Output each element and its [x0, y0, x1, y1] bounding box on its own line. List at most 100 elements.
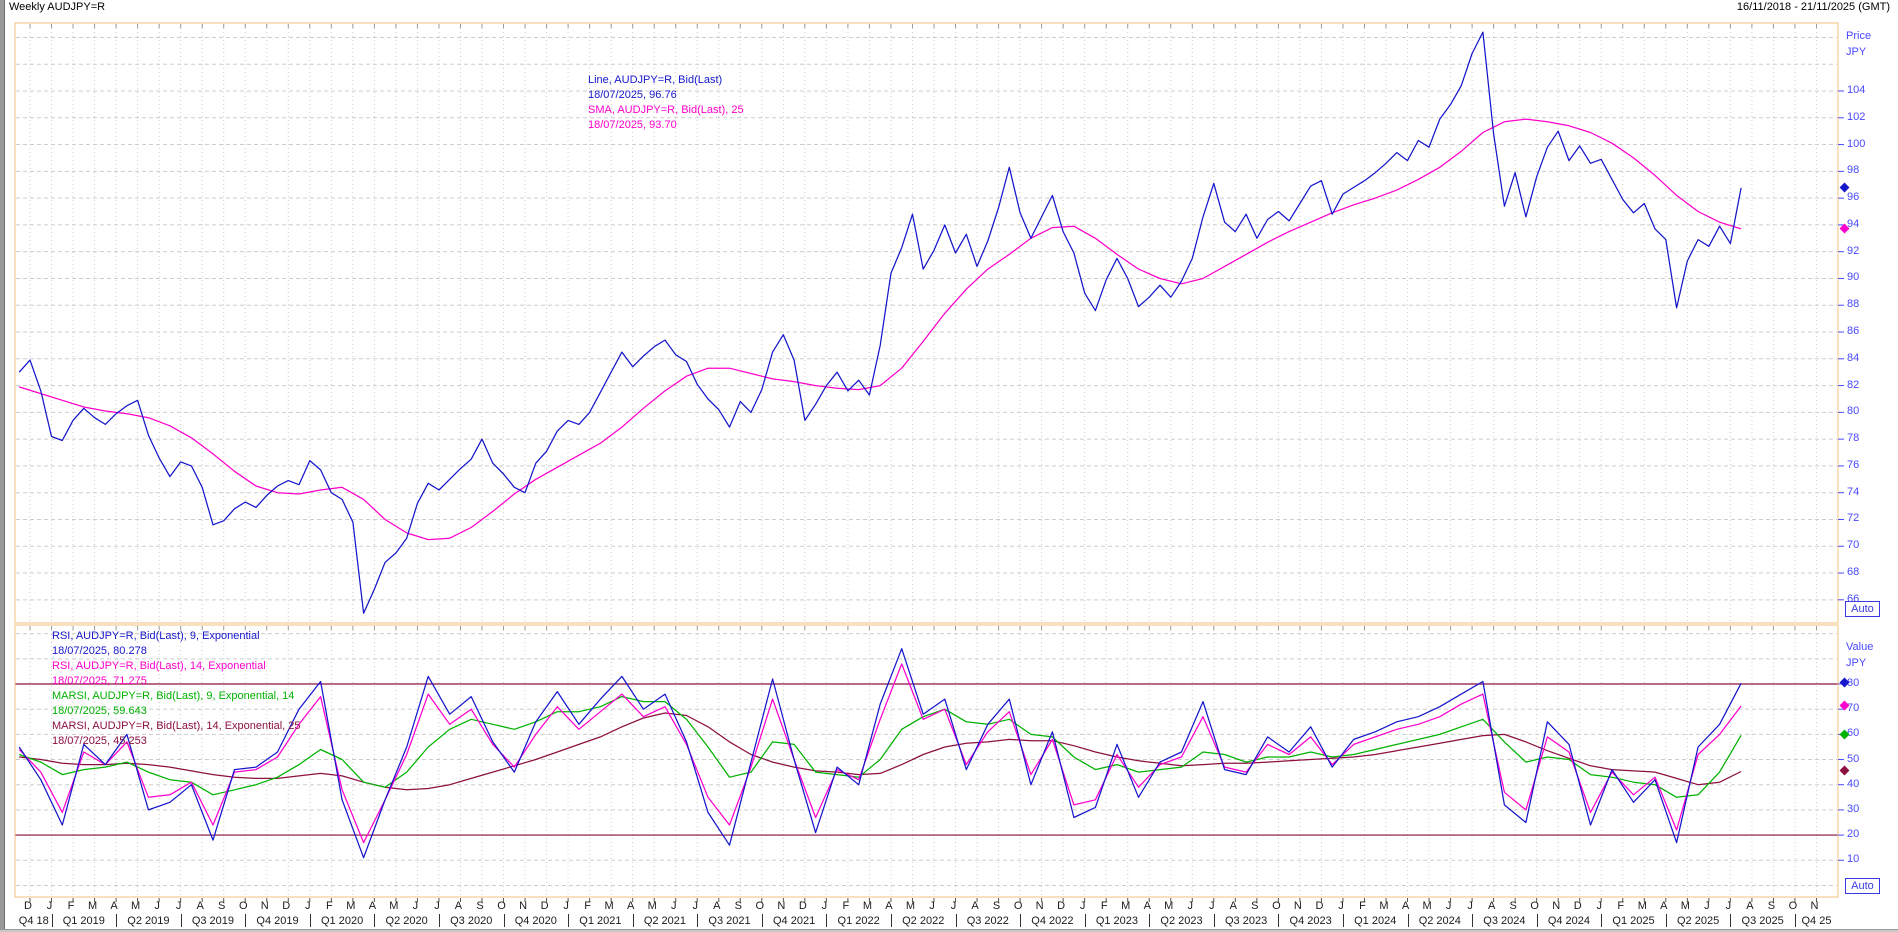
month-label: J: [408, 900, 422, 912]
rsi-panel-legend: RSI, AUDJPY=R, Bid(Last), 9, Exponential…: [52, 629, 301, 749]
value-axis-unit: JPY: [1846, 657, 1866, 669]
month-label: N: [516, 900, 530, 912]
quarter-label: Q3 2021: [702, 915, 758, 927]
quarter-separator: [181, 914, 182, 927]
price-tick-label: 72: [1847, 512, 1859, 524]
month-label: S: [1248, 900, 1262, 912]
price-panel-legend: Line, AUDJPY=R, Bid(Last) 18/07/2025, 96…: [588, 73, 744, 133]
month-label: N: [258, 900, 272, 912]
month-label: F: [322, 900, 336, 912]
price-tick-label: 102: [1847, 111, 1865, 123]
month-label: J: [817, 900, 831, 912]
legend-rsi14-value: 18/07/2025, 71.275: [52, 674, 301, 689]
quarter-label: Q2 2023: [1154, 915, 1210, 927]
month-label: J: [43, 900, 57, 912]
month-label: O: [495, 900, 509, 912]
quarter-separator: [762, 914, 763, 927]
month-label: A: [1140, 900, 1154, 912]
quarter-label: Q2 2021: [637, 915, 693, 927]
month-label: D: [796, 900, 810, 912]
month-label: A: [710, 900, 724, 912]
month-label: M: [860, 900, 874, 912]
quarter-label: Q1 2019: [56, 915, 112, 927]
month-label: S: [473, 900, 487, 912]
quarter-label: Q1 2022: [831, 915, 887, 927]
month-label: D: [1054, 900, 1068, 912]
month-label: A: [1399, 900, 1413, 912]
quarter-separator: [956, 914, 957, 927]
month-label: A: [1657, 900, 1671, 912]
quarter-separator: [633, 914, 634, 927]
price-tick-label: 100: [1847, 138, 1865, 150]
legend-marsi14-value: 18/07/2025, 45.253: [52, 734, 301, 749]
month-label: A: [193, 900, 207, 912]
month-label: M: [344, 900, 358, 912]
quarter-separator: [1214, 914, 1215, 927]
quarter-label: Q3 2024: [1476, 915, 1532, 927]
price-tick-label: 68: [1847, 566, 1859, 578]
quarter-separator: [1149, 914, 1150, 927]
chart-canvas[interactable]: [0, 0, 1898, 932]
quarter-separator: [1408, 914, 1409, 927]
month-label: F: [1614, 900, 1628, 912]
quarter-label: Q2 2024: [1412, 915, 1468, 927]
month-label: J: [1592, 900, 1606, 912]
legend-marsi14-label: MARSI, AUDJPY=R, Bid(Last), 14, Exponent…: [52, 719, 301, 734]
legend-rsi9-value: 18/07/2025, 80.278: [52, 644, 301, 659]
month-label: D: [538, 900, 552, 912]
quarter-label: Q2 2025: [1670, 915, 1726, 927]
month-label: J: [559, 900, 573, 912]
price-tick-label: 80: [1847, 405, 1859, 417]
quarter-separator: [826, 914, 827, 927]
quarter-separator: [1666, 914, 1667, 927]
month-label: M: [1678, 900, 1692, 912]
quarter-separator: [1537, 914, 1538, 927]
quarter-separator: [439, 914, 440, 927]
month-label: J: [1334, 900, 1348, 912]
legend-marsi9-value: 18/07/2025, 59.643: [52, 704, 301, 719]
quarter-label: Q3 2020: [443, 915, 499, 927]
quarter-label: Q3 2022: [960, 915, 1016, 927]
price-tick-label: 84: [1847, 352, 1859, 364]
quarter-separator: [245, 914, 246, 927]
quarter-separator: [504, 914, 505, 927]
month-label: M: [1377, 900, 1391, 912]
price-axis-title: Price: [1846, 30, 1871, 42]
quarter-separator: [568, 914, 569, 927]
quarter-label: Q2 2020: [379, 915, 435, 927]
month-label: A: [451, 900, 465, 912]
month-label: S: [215, 900, 229, 912]
quarter-separator: [891, 914, 892, 927]
month-label: J: [1205, 900, 1219, 912]
legend-sma-value: 18/07/2025, 93.70: [588, 118, 744, 133]
quarter-separator: [1020, 914, 1021, 927]
price-tick-label: 86: [1847, 325, 1859, 337]
month-label: A: [968, 900, 982, 912]
price-tick-label: 70: [1847, 539, 1859, 551]
value-tick-label: 20: [1847, 828, 1859, 840]
month-label: J: [1183, 900, 1197, 912]
month-label: J: [947, 900, 961, 912]
quarter-separator: [1343, 914, 1344, 927]
month-label: O: [753, 900, 767, 912]
quarter-label: Q2 2022: [895, 915, 951, 927]
quarter-separator: [1278, 914, 1279, 927]
month-label: J: [688, 900, 702, 912]
price-tick-label: 74: [1847, 486, 1859, 498]
price-tick-label: 92: [1847, 245, 1859, 257]
quarter-label: Q4 2022: [1024, 915, 1080, 927]
value-axis-title: Value: [1846, 641, 1873, 653]
month-label: M: [602, 900, 616, 912]
value-tick-label: 40: [1847, 778, 1859, 790]
month-label: O: [1269, 900, 1283, 912]
month-label: J: [301, 900, 315, 912]
month-label: A: [1226, 900, 1240, 912]
month-label: J: [1463, 900, 1477, 912]
quarter-label: Q1 2025: [1606, 915, 1662, 927]
quarter-separator: [1472, 914, 1473, 927]
month-label: O: [1528, 900, 1542, 912]
auto-scale-button-value[interactable]: Auto: [1845, 878, 1880, 894]
month-label: D: [21, 900, 35, 912]
month-label: A: [882, 900, 896, 912]
month-label: M: [129, 900, 143, 912]
